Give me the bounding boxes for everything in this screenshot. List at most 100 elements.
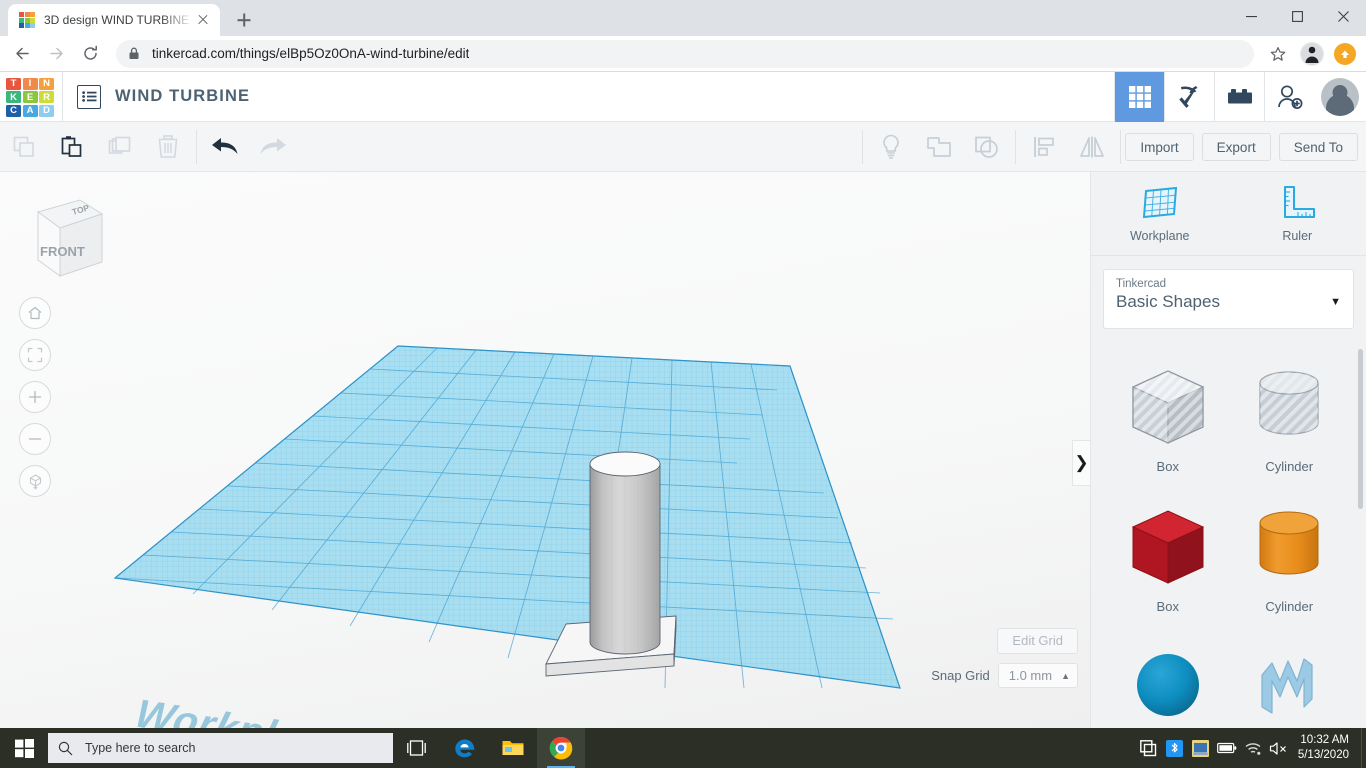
light-bulb-button[interactable] — [867, 122, 915, 172]
new-tab-button[interactable] — [230, 6, 258, 34]
shape-library-select[interactable]: Tinkercad Basic Shapes ▼ — [1103, 269, 1354, 329]
reload-button[interactable] — [76, 40, 104, 68]
shape-item-solid-cylinder[interactable]: Cylinder — [1229, 491, 1351, 631]
redo-button[interactable] — [249, 122, 297, 172]
microsoft-edge-icon[interactable] — [441, 728, 489, 768]
shape-item-scribble[interactable]: Scribble — [1229, 631, 1351, 728]
ruler-icon — [1276, 184, 1318, 222]
3d-canvas[interactable]: Workplane TOP FRONT — [0, 172, 1090, 728]
volume-muted-icon[interactable] — [1266, 728, 1292, 768]
home-view-button[interactable] — [19, 297, 51, 329]
extension-update-icon[interactable] — [1334, 43, 1356, 65]
site-secure-lock-icon — [128, 47, 140, 60]
shape-item-solid-box[interactable]: Box — [1107, 491, 1229, 631]
window-controls — [1228, 0, 1366, 32]
view-cube[interactable]: TOP FRONT — [18, 190, 106, 282]
zoom-in-button[interactable] — [19, 381, 51, 413]
start-button[interactable] — [0, 728, 48, 768]
wifi-icon[interactable] — [1240, 728, 1266, 768]
shape-item-sphere[interactable]: Sphere — [1107, 631, 1229, 728]
workplane-icon — [1138, 184, 1182, 222]
canvas-nav-controls — [19, 297, 51, 507]
snap-grid-row: Snap Grid 1.0 mm ▲ — [931, 663, 1078, 688]
ruler-tool[interactable]: Ruler — [1229, 172, 1366, 255]
workplane-tool[interactable]: Workplane — [1091, 172, 1229, 255]
logo-tile-k: K — [6, 91, 21, 103]
shape-item-hole-cylinder[interactable]: Cylinder — [1229, 351, 1351, 491]
lego-brick-icon[interactable] — [1214, 72, 1264, 122]
shapes-scrollbar[interactable] — [1358, 349, 1363, 509]
shape-label: Box — [1157, 599, 1179, 614]
workplane-grid — [115, 346, 900, 688]
header-divider — [62, 72, 63, 122]
shape-label: Box — [1157, 459, 1179, 474]
orthographic-toggle-button[interactable] — [19, 465, 51, 497]
undo-button[interactable] — [201, 122, 249, 172]
shape-list[interactable]: Box Cylinder — [1091, 341, 1366, 728]
send-to-button[interactable]: Send To — [1279, 133, 1358, 161]
shape-grid: Box Cylinder — [1091, 341, 1366, 728]
ungroup-button[interactable] — [963, 122, 1011, 172]
bluetooth-icon[interactable] — [1162, 728, 1188, 768]
user-avatar[interactable] — [1314, 72, 1366, 122]
project-list-icon[interactable] — [77, 85, 101, 109]
snap-grid-select[interactable]: 1.0 mm ▲ — [998, 663, 1078, 688]
show-hidden-icons[interactable] — [1136, 728, 1162, 768]
minimize-button[interactable] — [1228, 0, 1274, 32]
workspace: Workplane TOP FRONT — [0, 172, 1366, 728]
google-chrome-icon[interactable] — [537, 728, 585, 768]
back-button[interactable] — [8, 40, 36, 68]
hole-box-icon — [1119, 361, 1217, 453]
import-button[interactable]: Import — [1125, 133, 1193, 161]
clock-date: 5/13/2020 — [1298, 748, 1349, 763]
grid-controls: Edit Grid Snap Grid 1.0 mm ▲ — [931, 628, 1078, 688]
solid-box-icon — [1119, 501, 1217, 593]
close-window-button[interactable] — [1320, 0, 1366, 32]
minecraft-pickaxe-icon[interactable] — [1164, 72, 1214, 122]
close-tab-icon[interactable] — [194, 11, 212, 29]
toolbar-separator — [196, 130, 197, 164]
ruler-tool-label: Ruler — [1282, 229, 1312, 243]
taskbar-search-placeholder: Type here to search — [85, 741, 195, 755]
export-button[interactable]: Export — [1202, 133, 1271, 161]
copy-button[interactable] — [0, 122, 48, 172]
bookmark-star-icon[interactable] — [1264, 40, 1292, 68]
page-title: WIND TURBINE — [115, 87, 250, 106]
group-button[interactable] — [915, 122, 963, 172]
chrome-profile-avatar[interactable] — [1300, 42, 1324, 66]
browser-tab[interactable]: 3D design WIND TURBINE | Tinke — [8, 4, 220, 36]
grid-gallery-icon[interactable] — [1114, 72, 1164, 122]
delete-button[interactable] — [144, 122, 192, 172]
align-button[interactable] — [1020, 122, 1068, 172]
taskbar-search[interactable]: Type here to search — [48, 733, 393, 763]
fit-to-view-button[interactable] — [19, 339, 51, 371]
battery-icon[interactable] — [1214, 728, 1240, 768]
edit-grid-button[interactable]: Edit Grid — [997, 628, 1078, 654]
solid-sphere-icon — [1119, 641, 1217, 728]
zoom-out-button[interactable] — [19, 423, 51, 455]
duplicate-button[interactable] — [96, 122, 144, 172]
paste-button[interactable] — [48, 122, 96, 172]
task-view-icon[interactable] — [393, 728, 441, 768]
tinkercad-logo[interactable]: T I N K E R C A D — [6, 78, 54, 116]
tinkercad-header: T I N K E R C A D WIND TURBINE — [0, 72, 1366, 122]
shape-item-hole-box[interactable]: Box — [1107, 351, 1229, 491]
forward-button[interactable] — [42, 40, 70, 68]
address-bar-url: tinkercad.com/things/elBp5Oz0OnA-wind-tu… — [152, 46, 469, 61]
browser-tab-title: 3D design WIND TURBINE | Tinke — [44, 13, 194, 27]
maximize-button[interactable] — [1274, 0, 1320, 32]
file-explorer-icon[interactable] — [489, 728, 537, 768]
taskbar-clock[interactable]: 10:32 AM 5/13/2020 — [1292, 728, 1361, 768]
invite-people-icon[interactable] — [1264, 72, 1314, 122]
address-bar[interactable]: tinkercad.com/things/elBp5Oz0OnA-wind-tu… — [116, 40, 1254, 68]
logo-tile-r: R — [39, 91, 54, 103]
shapes-panel: Workplane Ruler Tinkercad Basic Shapes ▼ — [1090, 172, 1366, 728]
show-desktop-button[interactable] — [1361, 728, 1366, 768]
network-app-icon[interactable] — [1188, 728, 1214, 768]
system-tray: 10:32 AM 5/13/2020 — [1136, 728, 1366, 768]
mirror-button[interactable] — [1068, 122, 1116, 172]
snap-grid-value: 1.0 mm — [1009, 668, 1052, 683]
logo-tile-a: A — [23, 105, 38, 117]
toolbar-separator-4 — [1120, 130, 1121, 164]
collapse-panel-button[interactable]: ❯ — [1072, 440, 1090, 486]
